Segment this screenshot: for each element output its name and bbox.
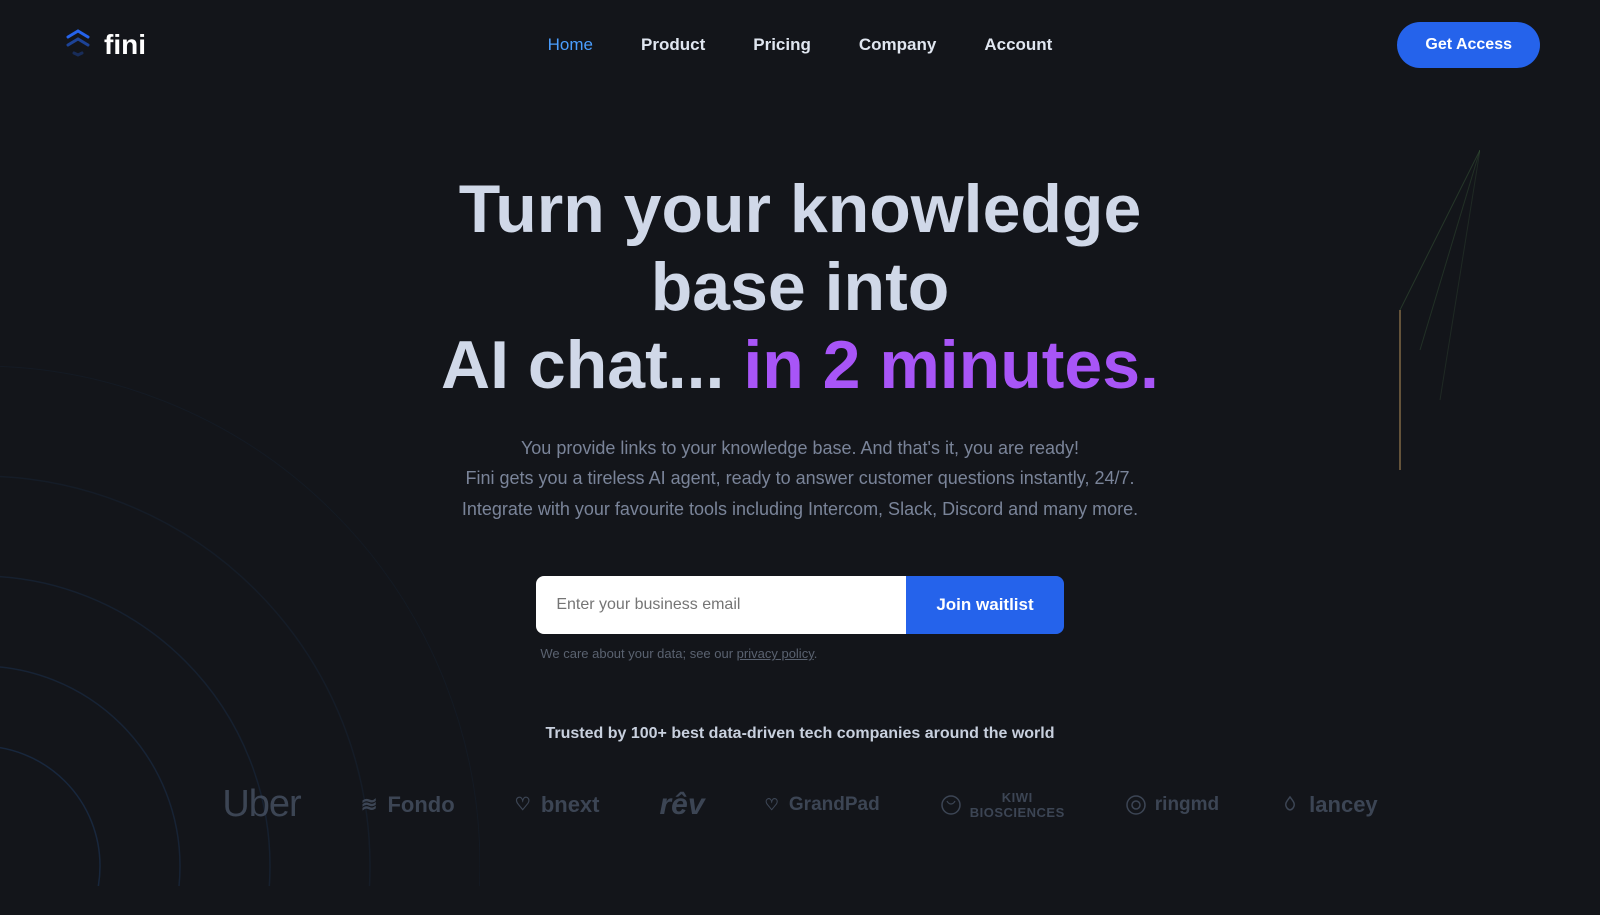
logo-fondo: ≋ Fondo [361,792,455,818]
trusted-section: Trusted by 100+ best data-driven tech co… [222,725,1377,826]
logo-grandpad: ♡ GrandPad [765,794,880,816]
navbar: fini Home Product Pricing Company Accoun… [0,0,1600,90]
nav-item-account[interactable]: Account [984,35,1052,54]
nav-links: Home Product Pricing Company Account [548,35,1053,55]
logo-uber: Uber [222,783,300,826]
logo-bnext: ♡ bnext [515,792,600,818]
get-access-button[interactable]: Get Access [1397,22,1540,68]
nav-item-product[interactable]: Product [641,35,705,54]
hero-subtitle: You provide links to your knowledge base… [462,433,1138,525]
logo-ringmd: ringmd [1125,794,1219,816]
logo-wordmark: fini [104,29,146,61]
email-input[interactable] [536,576,906,634]
logo-kiwi-biosciences: KIWIBIOSCIENCES [940,790,1065,820]
join-waitlist-button[interactable]: Join waitlist [906,576,1063,634]
hero-section: Turn your knowledge base into AI chat...… [0,90,1600,886]
hero-heading: Turn your knowledge base into AI chat...… [390,170,1210,405]
logo[interactable]: fini [60,27,146,63]
privacy-note: We care about your data; see our privacy… [540,646,817,661]
nav-item-home[interactable]: Home [548,35,593,54]
logo-lancey: lancey [1279,792,1378,818]
email-form: Join waitlist [536,576,1063,634]
logo-rev: rêv [660,788,705,822]
privacy-policy-link[interactable]: privacy policy [737,646,814,661]
nav-item-pricing[interactable]: Pricing [753,35,811,54]
trusted-title: Trusted by 100+ best data-driven tech co… [222,725,1377,743]
nav-item-company[interactable]: Company [859,35,936,54]
brand-logos: Uber ≋ Fondo ♡ bnext rêv ♡ GrandPad [222,783,1377,826]
